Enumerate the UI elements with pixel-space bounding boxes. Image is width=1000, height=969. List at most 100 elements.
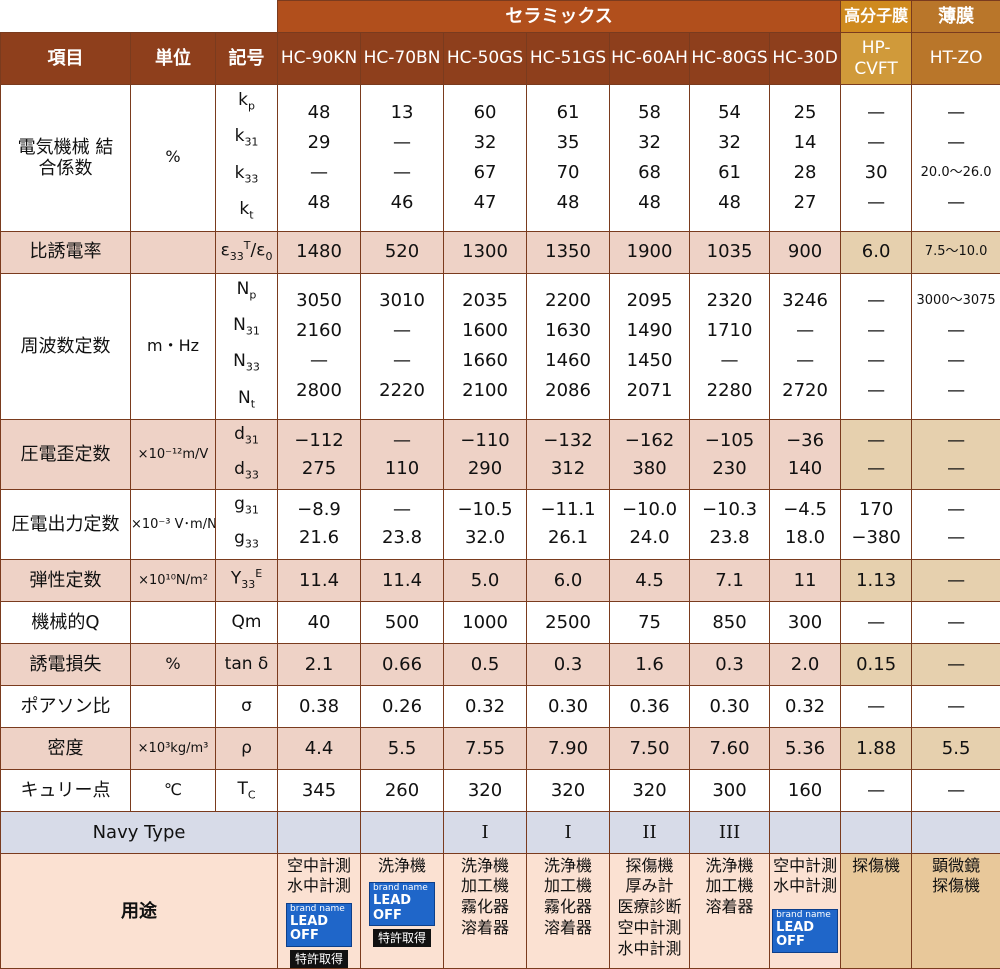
value: 2720 — [770, 376, 840, 406]
value: — — [841, 98, 911, 128]
usage-item: 医療診断 — [610, 897, 689, 918]
value-cell: 260 — [361, 769, 444, 811]
header-model: HP-CVFT — [841, 33, 912, 85]
value-cell: 2035160016602100 — [444, 273, 527, 420]
property-symbol: d31d33 — [216, 420, 278, 490]
usage-item: 水中計測 — [278, 876, 360, 897]
value: 260 — [361, 780, 443, 801]
value: 0.36 — [610, 696, 689, 717]
patent-badge: 特許取得 — [373, 929, 431, 947]
value: — — [912, 570, 1000, 591]
value: 48 — [278, 98, 360, 128]
usage-cell: 探傷機厚み計医療診断空中計測水中計測 — [610, 853, 690, 968]
column-header-row: 項目 単位 記号 HC-90KNHC-70BNHC-50GSHC-51GSHC-… — [1, 33, 1000, 85]
value: 1460 — [527, 346, 609, 376]
symbol-subscript: 31 — [246, 324, 260, 337]
value: 68 — [610, 158, 689, 188]
property-row: 密度×10³kg/m³ρ4.45.57.557.907.507.605.361.… — [1, 727, 1000, 769]
value: −10.0 — [610, 496, 689, 524]
value: 312 — [527, 455, 609, 483]
navy-type-value: I — [444, 811, 527, 853]
usage-item: 霧化器 — [527, 897, 609, 918]
value-cell: 5.5 — [361, 727, 444, 769]
navy-type-value — [912, 811, 1000, 853]
property-symbol: ε33T/ε0 — [216, 231, 278, 273]
symbol-main: k — [235, 163, 245, 183]
usage-item: 溶着器 — [444, 918, 526, 939]
symbol-subscript: 33 — [244, 172, 258, 185]
badge-brand: LEAD OFF — [290, 915, 349, 944]
value: 2200 — [527, 286, 609, 316]
value: 3246 — [770, 286, 840, 316]
property-name: 弾性定数 — [1, 559, 131, 601]
value: −162 — [610, 427, 689, 455]
header-symbol: 記号 — [216, 33, 278, 85]
symbol-line: σ — [216, 696, 277, 716]
navy-type-value — [770, 811, 841, 853]
value: 23.8 — [690, 524, 769, 552]
usage-cell: 探傷機 — [841, 853, 912, 968]
value: 850 — [690, 612, 769, 633]
value: −36 — [770, 427, 840, 455]
usage-item: 探傷機 — [610, 856, 689, 877]
property-table-sheet: セラミックス 高分子膜 薄膜 項目 単位 記号 HC-90KNHC-70BNHC… — [0, 0, 1000, 912]
group-polymer: 高分子膜 — [841, 1, 912, 33]
badge-caption: brand name — [290, 905, 349, 915]
value-cell: —— — [912, 489, 1000, 559]
property-name: 密度 — [1, 727, 131, 769]
value: 2.0 — [770, 654, 840, 675]
value-cell: 0.30 — [690, 685, 770, 727]
value-cell: — — [841, 769, 912, 811]
symbol-line: tan δ — [216, 654, 277, 674]
value: 21.6 — [278, 524, 360, 552]
property-symbol: σ — [216, 685, 278, 727]
lead-off-brand-badge: brand nameLEAD OFF — [369, 882, 435, 925]
value: 46 — [361, 188, 443, 218]
value: 170 — [841, 496, 911, 524]
symbol-subscript: p — [248, 99, 255, 112]
symbol-line: d33 — [216, 455, 277, 489]
value: — — [912, 128, 1000, 158]
value-cell: — — [912, 769, 1000, 811]
value-cell: 4829—48 — [278, 85, 361, 232]
value-cell: 0.3 — [527, 643, 610, 685]
usage-cell: 洗浄機加工機溶着器 — [690, 853, 770, 968]
value-cell: 2200163014602086 — [527, 273, 610, 420]
symbol-line: d31 — [216, 420, 277, 454]
value-cell: 1480 — [278, 231, 361, 273]
value: — — [361, 346, 443, 376]
symbol-line: g31 — [216, 490, 277, 524]
value: — — [912, 696, 1000, 717]
lead-off-brand-badge: brand nameLEAD OFF — [772, 909, 838, 952]
value-cell: 30502160—2800 — [278, 273, 361, 420]
value: −112 — [278, 427, 360, 455]
value-cell: 0.32 — [770, 685, 841, 727]
symbol-main: d — [234, 424, 245, 444]
value-cell: 54326148 — [690, 85, 770, 232]
patent-badge: 特許取得 — [290, 950, 348, 968]
usage-item: 洗浄機 — [444, 856, 526, 877]
property-symbol: NpN31N33Nt — [216, 273, 278, 420]
value: 2095 — [610, 286, 689, 316]
value: 5.36 — [770, 738, 840, 759]
header-model: HC-51GS — [527, 33, 610, 85]
badge-caption: brand name — [776, 911, 835, 921]
value: 1000 — [444, 612, 526, 633]
value: 2100 — [444, 376, 526, 406]
symbol-divisor: /ε — [251, 241, 266, 261]
value-cell: −112275 — [278, 420, 361, 490]
symbol-subscript: 0 — [265, 250, 272, 263]
value: 1.6 — [610, 654, 689, 675]
value: 2800 — [278, 376, 360, 406]
value: 6.0 — [527, 570, 609, 591]
value-cell: 6.0 — [841, 231, 912, 273]
value-cell: 1350 — [527, 231, 610, 273]
value: — — [841, 188, 911, 218]
symbol-line: ε33T/ε0 — [216, 240, 277, 264]
value-cell: 1300 — [444, 231, 527, 273]
navy-type-value: I — [527, 811, 610, 853]
value: 7.60 — [690, 738, 769, 759]
value: 1600 — [444, 316, 526, 346]
value-cell: 61357048 — [527, 85, 610, 232]
value-cell: −10.323.8 — [690, 489, 770, 559]
